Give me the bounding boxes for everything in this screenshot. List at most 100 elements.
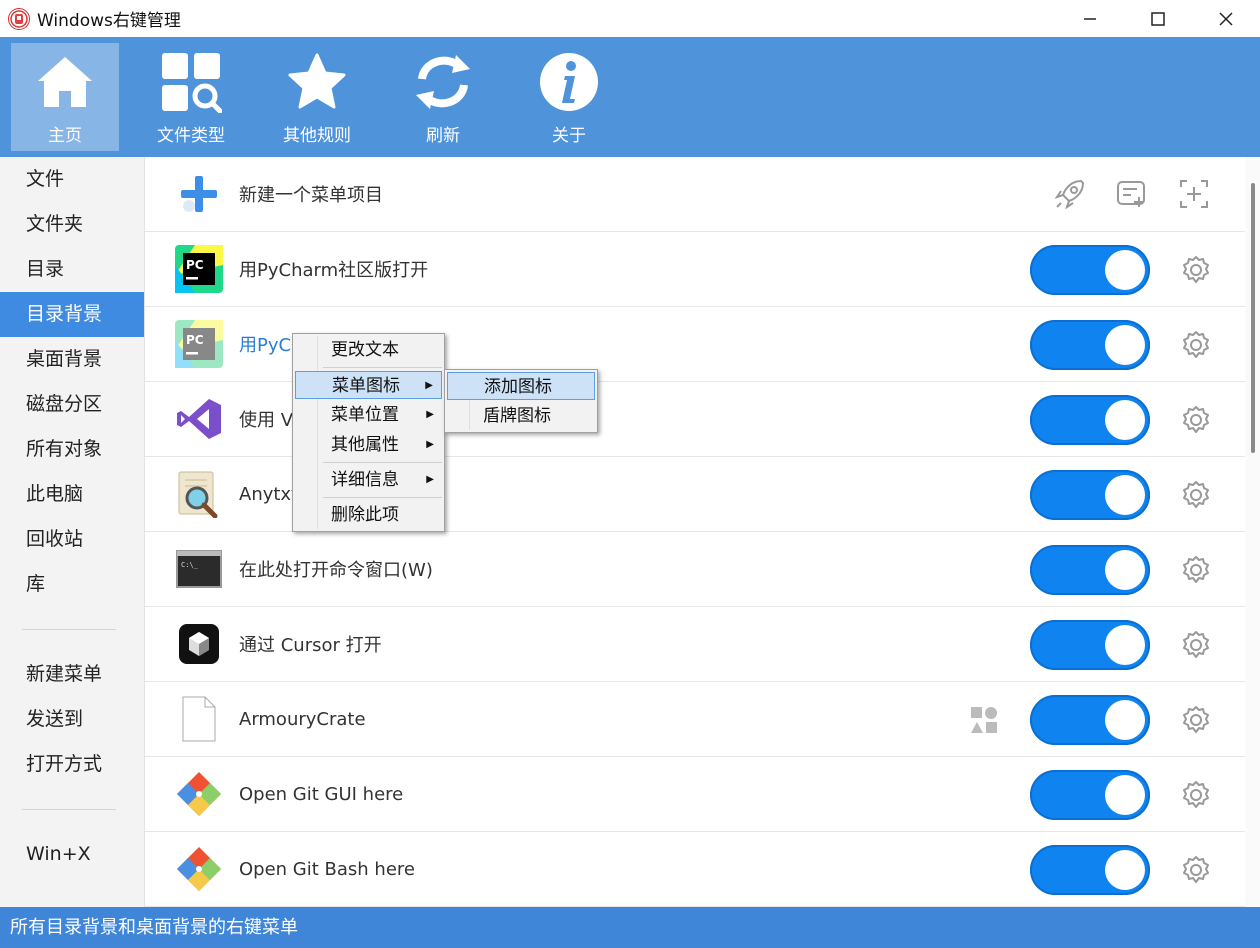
context-menu: 更改文本 菜单图标 ▶ 菜单位置 ▶ 其他属性 ▶ 详细信息 ▶ 删除此项 bbox=[292, 333, 445, 532]
note-add-icon[interactable] bbox=[1115, 177, 1149, 211]
toolbar-other-rules[interactable]: 其他规则 bbox=[263, 43, 371, 151]
submenu-arrow-icon: ▶ bbox=[426, 439, 434, 450]
info-icon bbox=[538, 51, 600, 113]
minimize-icon bbox=[1084, 17, 1096, 20]
list-item-label: 使用 V bbox=[239, 410, 294, 431]
menu-separator bbox=[323, 367, 442, 368]
enable-toggle[interactable] bbox=[1030, 695, 1150, 745]
toolbar-label: 主页 bbox=[48, 126, 82, 146]
list-item[interactable]: Open Git GUI here bbox=[145, 757, 1245, 832]
gear-icon[interactable] bbox=[1180, 854, 1212, 886]
cursor-icon bbox=[174, 619, 224, 669]
menu-item-label: 删除此项 bbox=[331, 505, 399, 525]
crosshair-add-icon[interactable] bbox=[1177, 177, 1211, 211]
sidebar-item-open-with[interactable]: 打开方式 bbox=[0, 742, 144, 787]
sidebar-item-file[interactable]: 文件 bbox=[0, 157, 144, 202]
vertical-scrollbar[interactable] bbox=[1245, 157, 1260, 907]
menu-item-shield-icon[interactable]: 盾牌图标 bbox=[447, 402, 595, 430]
enable-toggle[interactable] bbox=[1030, 470, 1150, 520]
list-item[interactable]: Open Git Bash here bbox=[145, 832, 1245, 907]
toggle-knob bbox=[1105, 775, 1145, 815]
list-item[interactable]: ArmouryCrate bbox=[145, 682, 1245, 757]
gear-icon[interactable] bbox=[1180, 629, 1212, 661]
sidebar-item-library[interactable]: 库 bbox=[0, 562, 144, 607]
pycharm-icon: PC bbox=[174, 244, 224, 294]
menu-item-menu-icon[interactable]: 菜单图标 ▶ bbox=[295, 371, 442, 399]
gear-icon[interactable] bbox=[1180, 254, 1212, 286]
close-button[interactable] bbox=[1192, 0, 1260, 37]
minimize-button[interactable] bbox=[1056, 0, 1124, 37]
file-type-search-icon bbox=[160, 51, 222, 113]
menu-item-menu-position[interactable]: 菜单位置 ▶ bbox=[295, 401, 442, 429]
sidebar-item-new-menu[interactable]: 新建菜单 bbox=[0, 652, 144, 697]
svg-text:PC: PC bbox=[186, 258, 204, 272]
list-item[interactable]: 通过 Cursor 打开 bbox=[145, 607, 1245, 682]
menu-item-add-icon[interactable]: 添加图标 bbox=[447, 372, 595, 400]
enable-toggle[interactable] bbox=[1030, 245, 1150, 295]
toolbar-label: 其他规则 bbox=[283, 126, 351, 146]
list-item-label: Open Git Bash here bbox=[239, 858, 415, 880]
toggle-knob bbox=[1105, 475, 1145, 515]
menu-item-details[interactable]: 详细信息 ▶ bbox=[295, 466, 442, 494]
toggle-knob bbox=[1105, 325, 1145, 365]
sidebar-item-folder[interactable]: 文件夹 bbox=[0, 202, 144, 247]
anytxt-search-icon bbox=[174, 469, 224, 519]
sidebar-item-all-objects[interactable]: 所有对象 bbox=[0, 427, 144, 472]
gear-icon[interactable] bbox=[1180, 554, 1212, 586]
enable-toggle[interactable] bbox=[1030, 395, 1150, 445]
scrollbar-thumb[interactable] bbox=[1251, 183, 1255, 453]
maximize-button[interactable] bbox=[1124, 0, 1192, 37]
enable-toggle[interactable] bbox=[1030, 845, 1150, 895]
list-item[interactable]: C:\_ 在此处打开命令窗口(W) bbox=[145, 532, 1245, 607]
toolbar-home[interactable]: 主页 bbox=[11, 43, 119, 151]
enable-toggle[interactable] bbox=[1030, 320, 1150, 370]
git-icon bbox=[174, 769, 224, 819]
toolbar-about[interactable]: 关于 bbox=[515, 43, 623, 151]
enable-toggle[interactable] bbox=[1030, 620, 1150, 670]
menu-item-label: 菜单位置 bbox=[331, 405, 399, 425]
maximize-icon bbox=[1151, 11, 1165, 26]
menu-item-label: 添加图标 bbox=[484, 377, 552, 397]
app-logo-icon bbox=[8, 7, 30, 30]
sidebar-item-send-to[interactable]: 发送到 bbox=[0, 697, 144, 742]
pycharm-faded-icon: PC bbox=[174, 319, 224, 369]
sidebar-item-directory-background[interactable]: 目录背景 bbox=[0, 292, 144, 337]
visual-studio-icon bbox=[174, 394, 224, 444]
svg-text:PC: PC bbox=[186, 333, 204, 347]
list-item[interactable]: PC 用PyCharm社区版打开 bbox=[145, 232, 1245, 307]
sidebar-item-desktop-background[interactable]: 桌面背景 bbox=[0, 337, 144, 382]
sidebar-item-winx[interactable]: Win+X bbox=[0, 832, 144, 877]
gear-icon[interactable] bbox=[1180, 704, 1212, 736]
git-icon bbox=[174, 844, 224, 894]
title-bar: Windows右键管理 bbox=[0, 0, 1260, 37]
toolbar-file-types[interactable]: 文件类型 bbox=[137, 43, 245, 151]
toolbar-refresh[interactable]: 刷新 bbox=[389, 43, 497, 151]
list-item-label: 用PyCharm社区版打开 bbox=[239, 260, 429, 281]
enable-toggle[interactable] bbox=[1030, 770, 1150, 820]
toolbar-label: 关于 bbox=[552, 126, 586, 146]
toggle-knob bbox=[1105, 850, 1145, 890]
toggle-knob bbox=[1105, 250, 1145, 290]
gear-icon[interactable] bbox=[1180, 479, 1212, 511]
list-item-label: ArmouryCrate bbox=[239, 708, 366, 730]
menu-item-label: 其他属性 bbox=[331, 435, 399, 455]
gear-icon[interactable] bbox=[1180, 404, 1212, 436]
sidebar-item-this-pc[interactable]: 此电脑 bbox=[0, 472, 144, 517]
list-item-label: Open Git GUI here bbox=[239, 783, 404, 805]
new-menu-item-row[interactable]: 新建一个菜单项目 bbox=[145, 157, 1245, 232]
menu-item-change-text[interactable]: 更改文本 bbox=[295, 336, 442, 364]
enable-toggle[interactable] bbox=[1030, 545, 1150, 595]
toggle-knob bbox=[1105, 700, 1145, 740]
blank-file-icon bbox=[174, 694, 224, 744]
toggle-knob bbox=[1105, 400, 1145, 440]
submenu-arrow-icon: ▶ bbox=[426, 474, 434, 485]
menu-item-other-properties[interactable]: 其他属性 ▶ bbox=[295, 431, 442, 459]
sidebar-item-recycle-bin[interactable]: 回收站 bbox=[0, 517, 144, 562]
sidebar-item-directory[interactable]: 目录 bbox=[0, 247, 144, 292]
sidebar-item-drive[interactable]: 磁盘分区 bbox=[0, 382, 144, 427]
menu-item-delete[interactable]: 删除此项 bbox=[295, 501, 442, 529]
gear-icon[interactable] bbox=[1180, 779, 1212, 811]
gear-icon[interactable] bbox=[1180, 329, 1212, 361]
rocket-icon[interactable] bbox=[1053, 177, 1087, 211]
cmd-icon: C:\_ bbox=[174, 544, 224, 594]
